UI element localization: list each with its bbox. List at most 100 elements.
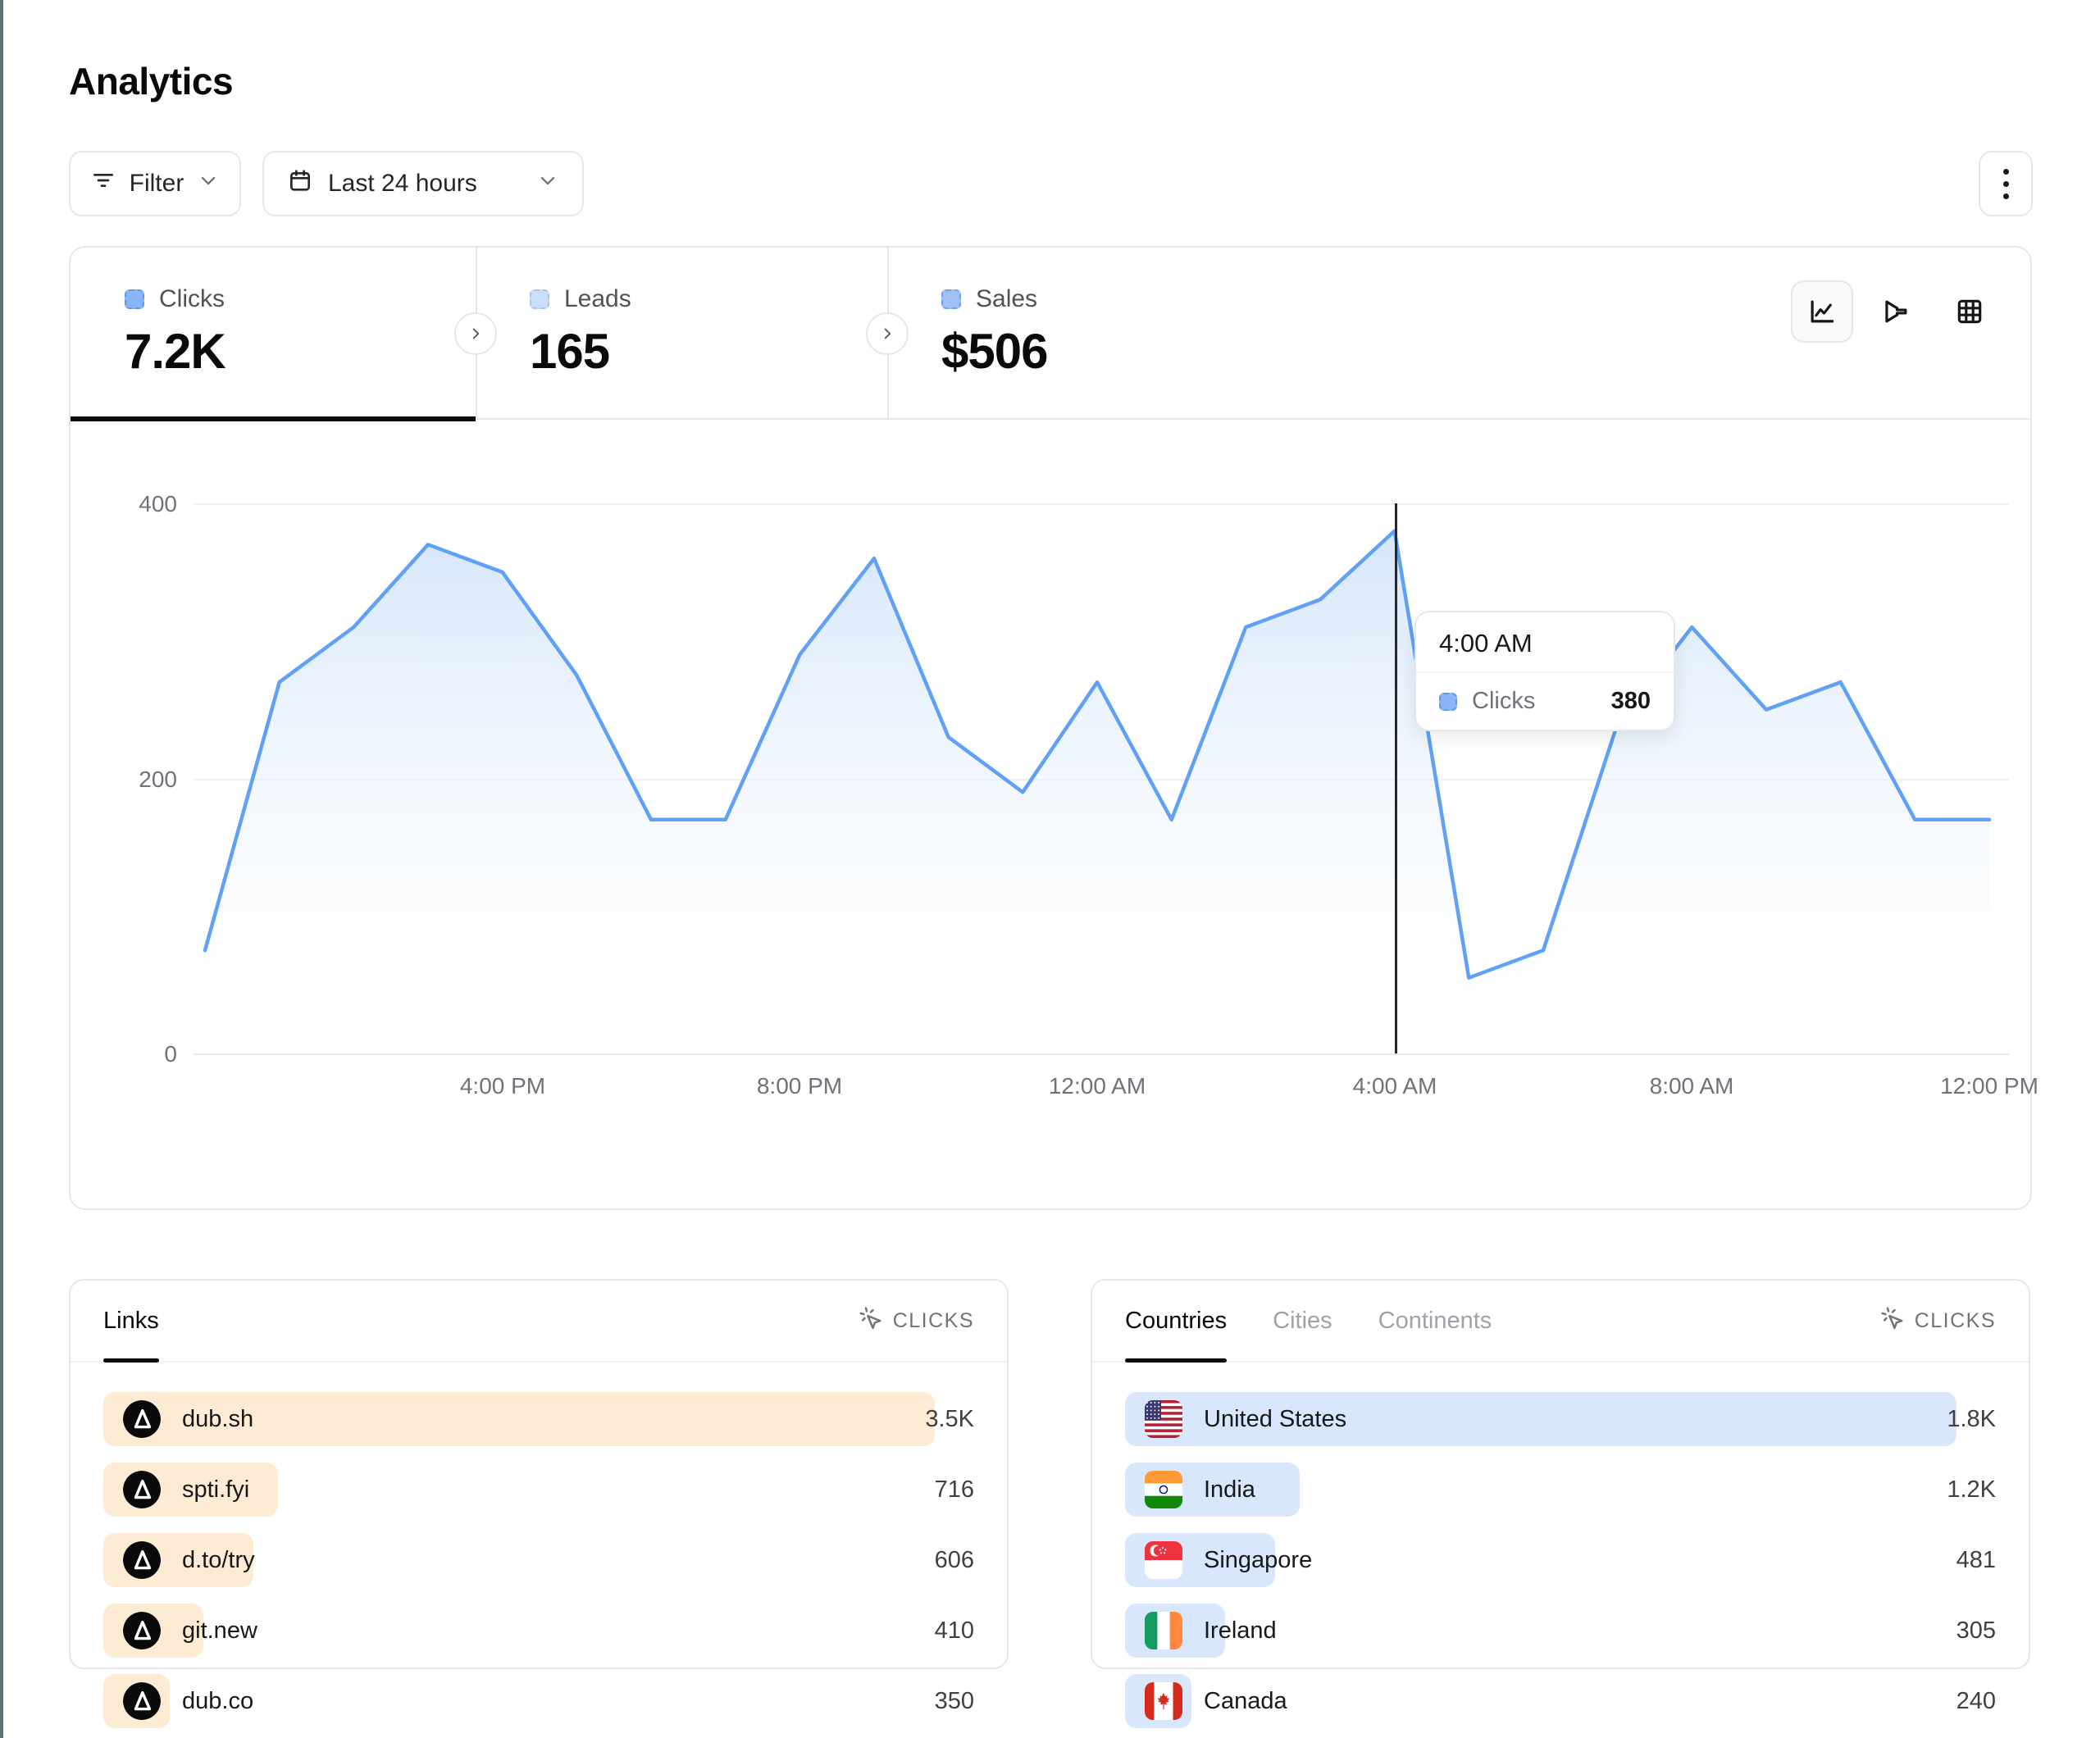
calendar-icon: [287, 167, 313, 200]
x-axis-tick: 12:00 AM: [1049, 1073, 1146, 1099]
row-label: spti.fyi: [182, 1476, 249, 1504]
stat-tab-clicks[interactable]: Clicks 7.2K: [71, 248, 476, 420]
clicks-marker-icon: [1439, 693, 1457, 711]
country-row[interactable]: United States 1.8K: [1125, 1392, 1996, 1446]
tooltip-series-label: Clicks: [1472, 688, 1597, 715]
stat-value: $506: [941, 323, 1461, 380]
links-metric[interactable]: CLICKS: [859, 1306, 974, 1336]
cursor-click-icon: [859, 1306, 883, 1336]
tooltip-value: 380: [1611, 688, 1651, 715]
stat-label: Sales: [976, 285, 1037, 313]
y-axis-tick: 200: [79, 767, 177, 793]
tab-cities[interactable]: Cities: [1273, 1281, 1332, 1361]
country-row[interactable]: Singapore 481: [1125, 1533, 1996, 1587]
cursor-click-icon: [1880, 1306, 1905, 1336]
dub-logo-icon: [123, 1400, 161, 1438]
leads-marker-icon: [530, 289, 549, 309]
x-axis-tick: 8:00 PM: [757, 1073, 842, 1099]
stat-value: 165: [530, 323, 887, 380]
stat-value: 7.2K: [125, 323, 476, 380]
stat-label: Leads: [564, 285, 631, 313]
left-edge-strip: [0, 0, 3, 1738]
ie-flag-icon: [1145, 1612, 1182, 1649]
row-value: 305: [1957, 1604, 1996, 1658]
tooltip-time: 4:00 AM: [1416, 612, 1674, 673]
date-range-button[interactable]: Last 24 hours: [262, 151, 584, 216]
row-value: 240: [1957, 1674, 1996, 1728]
dub-logo-icon: [123, 1682, 161, 1720]
row-label: India: [1204, 1476, 1255, 1504]
sales-marker-icon: [941, 289, 961, 309]
dub-logo-icon: [123, 1612, 161, 1649]
link-row[interactable]: d.to/try 606: [103, 1533, 974, 1587]
chart-tooltip: 4:00 AM Clicks 380: [1414, 611, 1675, 731]
expand-stat-button[interactable]: [454, 312, 497, 355]
row-label: d.to/try: [182, 1547, 255, 1574]
dub-logo-icon: [123, 1471, 161, 1508]
more-options-button[interactable]: [1979, 151, 2033, 216]
chart-view-toggles: [1791, 280, 2001, 343]
x-axis-tick: 4:00 AM: [1353, 1073, 1437, 1099]
line-chart-view-button[interactable]: [1791, 280, 1853, 343]
dub-logo-icon: [123, 1541, 161, 1579]
chevron-down-icon: [197, 169, 220, 198]
sg-flag-icon: [1145, 1541, 1182, 1579]
links-panel: Links CLICKS dub.sh 3.5K spti.fyi 716 d.…: [69, 1279, 1009, 1669]
chart-region: 4002000 4:00 AM Clicks 380 4:00 PM8:00 P…: [71, 420, 2030, 1208]
countries-panel: Countries Cities Continents CLICKS United …: [1091, 1279, 2030, 1669]
link-row[interactable]: git.new 410: [103, 1604, 974, 1658]
clicks-area-chart[interactable]: [194, 503, 2009, 1053]
country-row[interactable]: India 1.2K: [1125, 1463, 1996, 1517]
row-label: dub.sh: [182, 1406, 253, 1433]
countries-metric[interactable]: CLICKS: [1880, 1306, 1996, 1336]
country-row[interactable]: Canada 240: [1125, 1674, 1996, 1728]
gridline-y0: [194, 1053, 2009, 1055]
row-value: 606: [935, 1533, 974, 1587]
date-range-label: Last 24 hours: [328, 170, 477, 198]
link-row[interactable]: spti.fyi 716: [103, 1463, 974, 1517]
tab-countries[interactable]: Countries: [1125, 1281, 1227, 1361]
chevron-down-icon: [536, 169, 559, 198]
y-axis-tick: 0: [79, 1041, 177, 1067]
chart-crosshair: [1395, 503, 1397, 1053]
expand-stat-button[interactable]: [866, 312, 909, 355]
us-flag-icon: [1145, 1400, 1182, 1438]
row-value: 481: [1957, 1533, 1996, 1587]
row-value: 3.5K: [925, 1392, 974, 1446]
tab-links[interactable]: Links: [103, 1281, 159, 1361]
filter-icon: [90, 167, 116, 200]
funnel-view-button[interactable]: [1865, 280, 1927, 343]
row-label: Canada: [1204, 1688, 1287, 1715]
row-label: Ireland: [1204, 1617, 1277, 1645]
row-value: 716: [935, 1463, 974, 1517]
row-value: 1.2K: [1947, 1463, 1996, 1517]
x-axis-tick: 12:00 PM: [1940, 1073, 2039, 1099]
page-title: Analytics: [69, 59, 233, 103]
row-label: dub.co: [182, 1688, 253, 1715]
row-label: United States: [1204, 1406, 1346, 1433]
row-label: git.new: [182, 1617, 257, 1645]
row-value: 1.8K: [1947, 1392, 1996, 1446]
links-metric-label: CLICKS: [893, 1309, 974, 1333]
stat-tab-sales[interactable]: Sales $506: [887, 248, 1461, 420]
link-row[interactable]: dub.co 350: [103, 1674, 974, 1728]
kebab-icon: [2003, 169, 2009, 199]
stat-tab-leads[interactable]: Leads 165: [476, 248, 887, 420]
clicks-marker-icon: [125, 289, 144, 309]
link-row[interactable]: dub.sh 3.5K: [103, 1392, 974, 1446]
x-axis-tick: 8:00 AM: [1650, 1073, 1734, 1099]
country-row[interactable]: Ireland 305: [1125, 1604, 1996, 1658]
filter-button[interactable]: Filter: [69, 151, 241, 216]
filter-button-label: Filter: [130, 170, 184, 198]
stats-tabs: Clicks 7.2K Leads 165 Sales $506: [71, 248, 2030, 420]
row-value: 350: [935, 1674, 974, 1728]
x-axis-tick: 4:00 PM: [460, 1073, 545, 1099]
in-flag-icon: [1145, 1471, 1182, 1508]
tab-continents[interactable]: Continents: [1378, 1281, 1492, 1361]
table-view-button[interactable]: [1938, 280, 2001, 343]
ca-flag-icon: [1145, 1682, 1182, 1720]
analytics-card: Clicks 7.2K Leads 165 Sales $506 4002000…: [69, 246, 2032, 1210]
links-panel-tabs: Links: [103, 1281, 159, 1361]
countries-panel-tabs: Countries Cities Continents: [1125, 1281, 1492, 1361]
countries-metric-label: CLICKS: [1915, 1309, 1996, 1333]
